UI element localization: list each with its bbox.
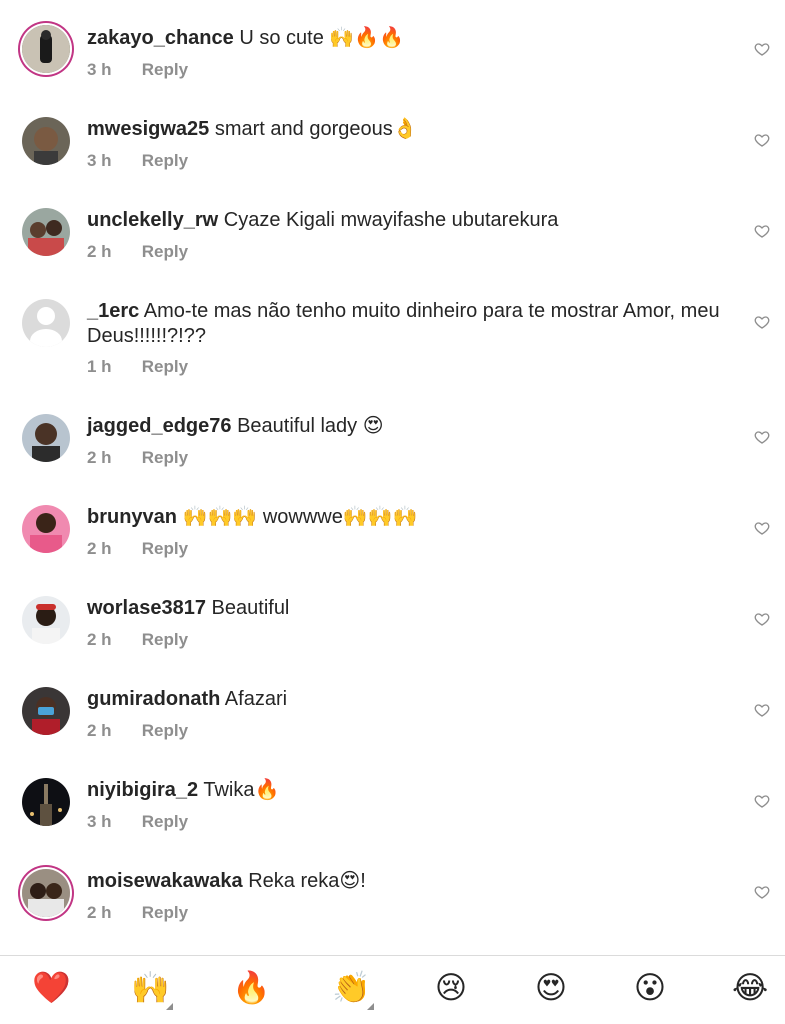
like-heart-icon[interactable] [754, 429, 770, 445]
like-heart-icon[interactable] [754, 611, 770, 627]
person-photo-icon [22, 869, 70, 917]
comment-time: 3 h [87, 60, 112, 79]
reply-button[interactable]: Reply [142, 539, 188, 558]
comment-time: 2 h [87, 242, 112, 261]
comment-time: 3 h [87, 151, 112, 170]
comment-time: 1 h [87, 357, 112, 376]
comment-time: 3 h [87, 812, 112, 831]
comment-username[interactable]: _1erc [87, 300, 139, 322]
avatar-photo [22, 596, 70, 644]
person-photo-icon [22, 414, 70, 462]
avatar[interactable] [19, 684, 73, 738]
comment-body: 🙌🙌🙌 wowwwe🙌🙌🙌 [182, 506, 418, 528]
comment-username[interactable]: mwesigwa25 [87, 118, 209, 140]
avatar[interactable] [19, 296, 73, 350]
heart-eyes-emoji-button[interactable]: 😍 [533, 970, 569, 1006]
comment-username[interactable]: unclekelly_rw [87, 209, 218, 231]
avatar-photo [22, 117, 70, 165]
comment-username[interactable]: moisewakawaka [87, 870, 243, 892]
comment-body: U so cute 🙌🔥🔥 [239, 27, 405, 49]
reply-button[interactable]: Reply [142, 60, 188, 79]
default-avatar-icon [22, 299, 70, 347]
avatar[interactable] [19, 411, 73, 465]
avatar[interactable] [19, 205, 73, 259]
skin-tone-indicator-icon [166, 1003, 173, 1010]
clapping-hands-emoji-button[interactable]: 👏 [332, 970, 374, 1010]
comment-time: 2 h [87, 630, 112, 649]
reply-button[interactable]: Reply [142, 721, 188, 740]
person-photo-icon [22, 117, 70, 165]
reply-button[interactable]: Reply [142, 151, 188, 170]
comment-username[interactable]: jagged_edge76 [87, 415, 232, 437]
avatar[interactable] [19, 866, 73, 920]
reply-button[interactable]: Reply [142, 812, 188, 831]
avatar[interactable] [19, 114, 73, 168]
comment-body: Reka reka😍! [248, 870, 366, 892]
comment-body: Afazari [224, 688, 288, 710]
raising-hands-emoji-button[interactable]: 🙌 [131, 970, 173, 1010]
emoji-reaction-bar: ❤️ 🙌 🔥 👏 😢 😍 😮 😂 [0, 955, 785, 1022]
comment-body: Beautiful lady 😍 [237, 415, 384, 437]
avatar[interactable] [19, 775, 73, 829]
person-photo-icon [22, 687, 70, 735]
comment-username[interactable]: brunyvan [87, 506, 177, 528]
reply-button[interactable]: Reply [142, 242, 188, 261]
person-photo-icon [22, 505, 70, 553]
person-photo-icon [22, 596, 70, 644]
city-night-photo-icon [22, 778, 70, 826]
comment-time: 2 h [87, 448, 112, 467]
avatar-photo [22, 414, 70, 462]
avatar-photo [22, 869, 70, 917]
avatar-photo [22, 687, 70, 735]
skin-tone-indicator-icon [367, 1003, 374, 1010]
like-heart-icon[interactable] [754, 314, 770, 330]
like-heart-icon[interactable] [754, 520, 770, 536]
comment-username[interactable]: gumiradonath [87, 688, 220, 710]
reply-button[interactable]: Reply [142, 448, 188, 467]
person-photo-icon [22, 25, 70, 73]
comment-body: Cyaze Kigali mwayifashe ubutarekura [223, 209, 559, 231]
comment-body: Amo-te mas não tenho muito dinheiro para… [87, 300, 720, 347]
comment-body: Beautiful [211, 597, 290, 619]
comment-username[interactable]: worlase3817 [87, 597, 206, 619]
avatar-photo [22, 25, 70, 73]
avatar[interactable] [19, 502, 73, 556]
avatar[interactable] [19, 22, 73, 76]
heart-emoji-button[interactable]: ❤️ [32, 970, 71, 1006]
comment-username[interactable]: niyibigira_2 [87, 779, 198, 801]
avatar[interactable] [19, 593, 73, 647]
comment-username[interactable]: zakayo_chance [87, 27, 234, 49]
avatar-photo [22, 778, 70, 826]
raising-hands-emoji: 🙌 [131, 970, 170, 1005]
like-heart-icon[interactable] [754, 884, 770, 900]
like-heart-icon[interactable] [754, 132, 770, 148]
comment-body: smart and gorgeous👌 [214, 118, 418, 140]
like-heart-icon[interactable] [754, 41, 770, 57]
reply-button[interactable]: Reply [142, 630, 188, 649]
avatar-photo [22, 208, 70, 256]
comment-time: 2 h [87, 539, 112, 558]
crying-face-emoji-button[interactable]: 😢 [433, 970, 469, 1006]
fire-emoji-button[interactable]: 🔥 [232, 970, 271, 1006]
reply-button[interactable]: Reply [142, 357, 188, 376]
clapping-hands-emoji: 👏 [332, 970, 371, 1005]
like-heart-icon[interactable] [754, 223, 770, 239]
comment-time: 2 h [87, 903, 112, 922]
like-heart-icon[interactable] [754, 702, 770, 718]
comment-body: Twika🔥 [203, 779, 280, 801]
laughing-face-emoji-button[interactable]: 😂 [732, 970, 768, 1006]
surprised-face-emoji-button[interactable]: 😮 [632, 970, 668, 1006]
comment-time: 2 h [87, 721, 112, 740]
reply-button[interactable]: Reply [142, 903, 188, 922]
like-heart-icon[interactable] [754, 793, 770, 809]
person-photo-icon [22, 208, 70, 256]
avatar-photo [22, 505, 70, 553]
